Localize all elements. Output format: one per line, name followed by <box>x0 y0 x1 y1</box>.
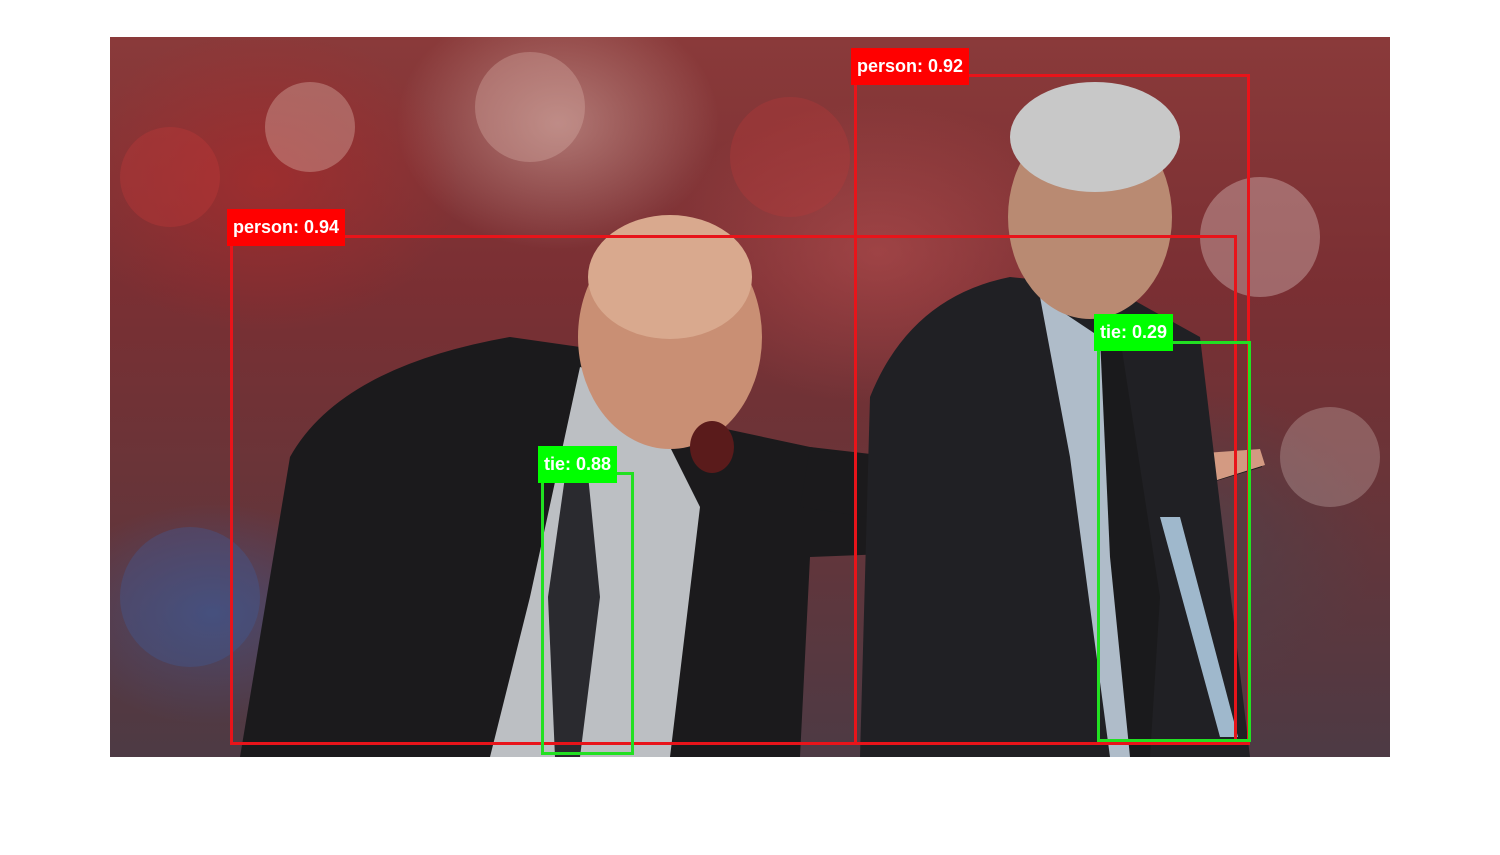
tie-label-2: tie: 0.29 <box>1094 314 1174 351</box>
person-label-1: person: 0.94 <box>227 209 346 246</box>
tie-bounding-box-1 <box>541 472 634 755</box>
tie-label-1: tie: 0.88 <box>538 446 618 483</box>
person-label-2: person: 0.92 <box>851 48 970 85</box>
tie-bounding-box-2 <box>1097 341 1251 742</box>
